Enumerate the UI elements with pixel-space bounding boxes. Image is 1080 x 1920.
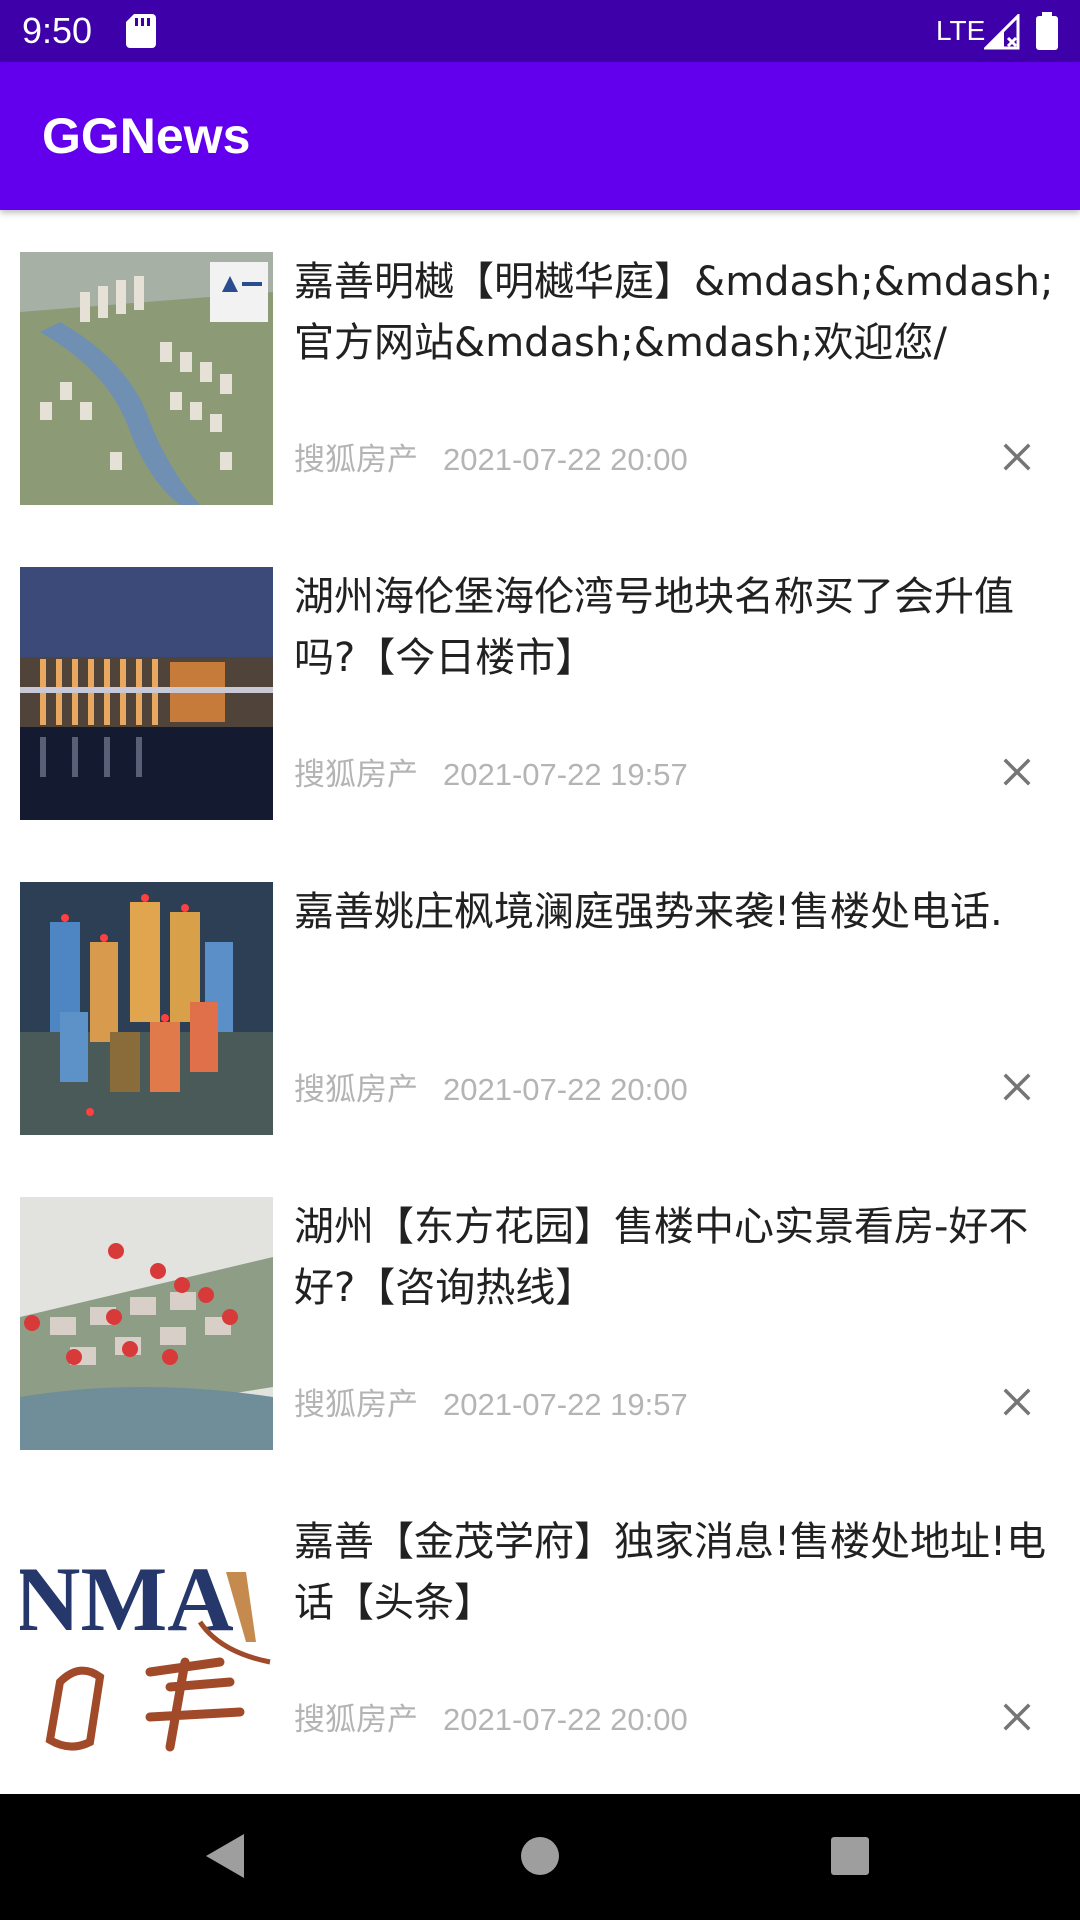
close-icon[interactable]: [1000, 755, 1034, 789]
app-bar: GGNews: [0, 62, 1080, 210]
news-source: 搜狐房产: [294, 1387, 418, 1423]
news-list[interactable]: 嘉善明樾【明樾华庭】&mdash;&mdash;官方网站&mdash;&mdas…: [0, 210, 1080, 1794]
navigation-bar: [0, 1794, 1080, 1920]
news-time: 2021-07-22 19:57: [443, 757, 688, 792]
news-item[interactable]: 嘉善姚庄枫境澜庭强势来袭!售楼处电话. 搜狐房产 2021-07-22 20:0…: [0, 840, 1080, 1155]
news-title: 嘉善姚庄枫境澜庭强势来袭!售楼处电话.: [294, 889, 1003, 935]
sd-card-icon: [126, 14, 156, 48]
back-icon[interactable]: [196, 1826, 256, 1886]
news-source: 搜狐房产: [294, 1072, 418, 1108]
news-title: 湖州【东方花园】售楼中心实景看房-好不好?【咨询热线】: [294, 1204, 1029, 1311]
close-icon[interactable]: [1000, 1385, 1034, 1419]
news-source: 搜狐房产: [294, 757, 418, 793]
signal-icon: [984, 14, 1020, 50]
news-item[interactable]: 湖州海伦堡海伦湾号地块名称买了会升值吗?【今日楼市】 搜狐房产 2021-07-…: [0, 525, 1080, 840]
news-item[interactable]: NMA 嘉善【金茂学府】独家消息!售楼处地址!电话【头条】 搜狐房产 2021-…: [0, 1470, 1080, 1785]
recents-icon[interactable]: [820, 1826, 880, 1886]
news-thumbnail: [20, 567, 273, 820]
close-icon[interactable]: [1000, 1700, 1034, 1734]
news-title: 湖州海伦堡海伦湾号地块名称买了会升值吗?【今日楼市】: [294, 574, 1014, 681]
news-thumbnail: [20, 882, 273, 1135]
news-item[interactable]: 湖州【东方花园】售楼中心实景看房-好不好?【咨询热线】 搜狐房产 2021-07…: [0, 1155, 1080, 1470]
news-item[interactable]: 嘉善明樾【明樾华庭】&mdash;&mdash;官方网站&mdash;&mdas…: [0, 210, 1080, 525]
app-title: GGNews: [42, 108, 251, 164]
news-time: 2021-07-22 20:00: [443, 1072, 688, 1107]
news-thumbnail: NMA: [20, 1512, 273, 1765]
news-time: 2021-07-22 20:00: [443, 442, 688, 477]
news-time: 2021-07-22 20:00: [443, 1702, 688, 1737]
news-source: 搜狐房产: [294, 1702, 418, 1738]
news-time: 2021-07-22 19:57: [443, 1387, 688, 1422]
svg-text:NMA: NMA: [20, 1548, 234, 1650]
status-time: 9:50: [22, 10, 93, 51]
status-bar: 9:50 LTE: [0, 0, 1080, 62]
news-title: 嘉善明樾【明樾华庭】&mdash;&mdash;官方网站&mdash;&mdas…: [294, 259, 1054, 366]
battery-icon: [1036, 12, 1058, 50]
network-type: LTE: [936, 15, 986, 46]
news-title: 嘉善【金茂学府】独家消息!售楼处地址!电话【头条】: [294, 1519, 1047, 1626]
home-icon[interactable]: [510, 1826, 570, 1886]
news-source: 搜狐房产: [294, 442, 418, 478]
close-icon[interactable]: [1000, 440, 1034, 474]
close-icon[interactable]: [1000, 1070, 1034, 1104]
news-thumbnail: [20, 1197, 273, 1450]
news-thumbnail: [20, 252, 273, 505]
